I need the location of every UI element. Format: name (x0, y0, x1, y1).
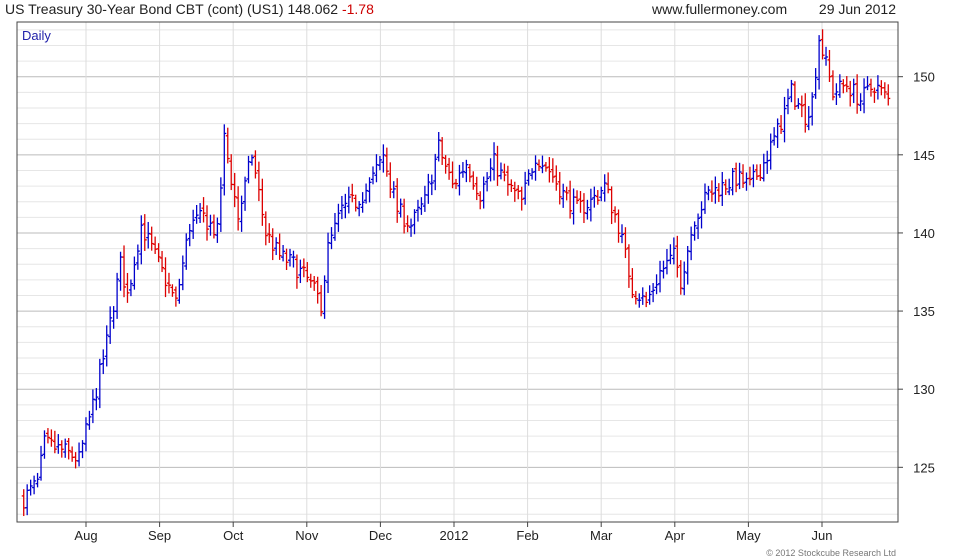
y-tick-label: 125 (913, 460, 935, 475)
y-tick-label: 145 (913, 148, 935, 163)
x-tick-label: Nov (295, 528, 319, 543)
y-tick-label: 130 (913, 382, 935, 397)
plot-frame (16, 21, 899, 523)
copyright-text: © 2012 Stockcube Research Ltd (766, 548, 896, 558)
x-tick-label: 2012 (440, 528, 469, 543)
x-tick-label: Mar (590, 528, 613, 543)
x-tick-label: Dec (369, 528, 393, 543)
x-tick-label: Sep (148, 528, 171, 543)
x-tick-label: Oct (223, 528, 244, 543)
x-tick-label: Apr (665, 528, 686, 543)
x-tick-label: May (736, 528, 761, 543)
x-tick-label: Aug (74, 528, 97, 543)
x-tick-label: Feb (516, 528, 538, 543)
y-tick-label: 140 (913, 226, 935, 241)
y-tick-label: 135 (913, 304, 935, 319)
y-tick-label: 150 (913, 70, 935, 85)
period-label: Daily (22, 28, 51, 43)
price-chart: Aug Sep Oct Nov Dec 2012 Feb Mar Apr May Jun 125 130… (16, 21, 935, 543)
x-tick-label: Jun (812, 528, 833, 543)
